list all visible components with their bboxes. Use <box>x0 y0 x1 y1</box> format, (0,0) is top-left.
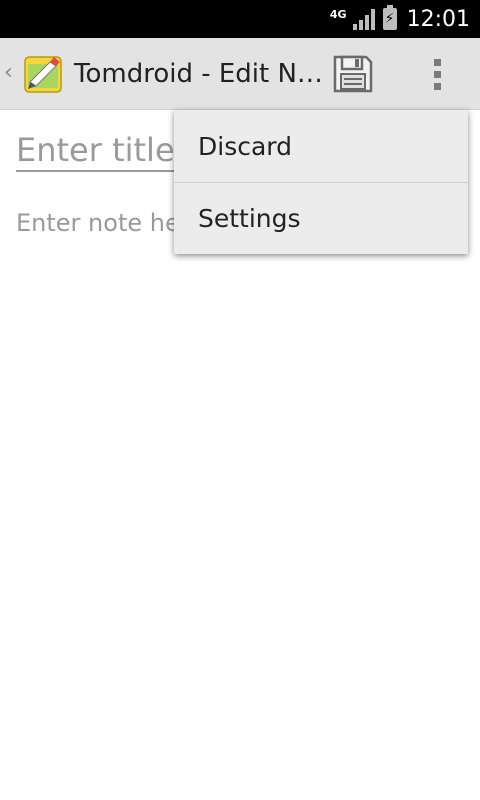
action-bar: ‹ Tomdroid - Edit N… <box>0 38 480 110</box>
up-caret-icon[interactable]: ‹ <box>4 60 13 86</box>
menu-item-discard[interactable]: Discard <box>174 110 468 182</box>
app-icon[interactable] <box>24 54 64 94</box>
status-indicators: 4G ⚡ 12:01 <box>330 0 470 38</box>
note-title-input[interactable]: Enter title <box>16 128 176 172</box>
network-type-label: 4G <box>329 7 347 21</box>
clock: 12:01 <box>406 6 470 32</box>
overflow-menu-icon[interactable] <box>420 54 454 94</box>
save-icon[interactable] <box>332 54 374 94</box>
status-bar: 4G ⚡ 12:01 <box>0 0 480 38</box>
screen-title: Tomdroid - Edit N… <box>74 59 323 89</box>
battery-charging-icon: ⚡ <box>382 5 397 30</box>
menu-item-settings[interactable]: Settings <box>174 182 468 254</box>
signal-icon <box>352 8 375 30</box>
note-body-input[interactable]: Enter note he <box>16 206 186 240</box>
overflow-menu: Discard Settings <box>174 110 468 254</box>
